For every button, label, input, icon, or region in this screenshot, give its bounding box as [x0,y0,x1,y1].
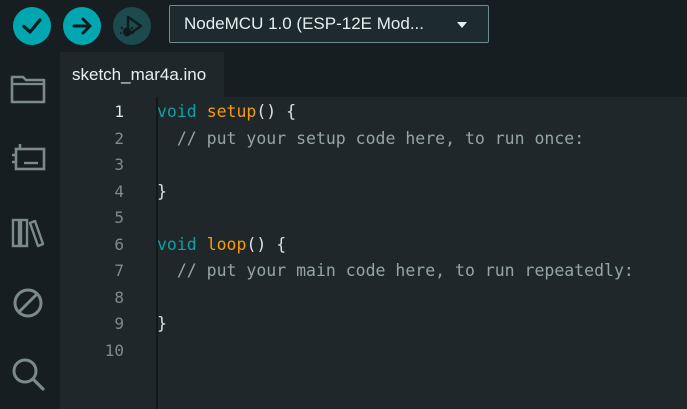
tab-sketch[interactable]: sketch_mar4a.ino [60,52,224,97]
debug-button[interactable] [113,7,151,45]
no-entry-icon[interactable] [8,283,48,323]
line-number-gutter: 1 2 3 4 5 6 7 8 9 10 [60,97,154,409]
line-number: 7 [114,261,124,280]
code-keyword: void [157,234,197,254]
code-text: () { [246,234,287,254]
code-text: } [157,181,167,201]
line-number: 4 [114,181,124,201]
line-number: 2 [114,128,124,148]
line-number: 1 [114,102,124,121]
toolbar: NodeMCU 1.0 (ESP-12E Mod... [0,0,687,52]
folder-icon[interactable] [8,68,48,108]
debug-icon [120,15,143,37]
library-icon[interactable] [8,212,48,252]
code-line: } [157,311,167,337]
chevron-down-icon [457,22,467,28]
upload-button[interactable] [63,7,101,45]
arrow-right-icon [72,17,92,35]
code-comment: // put your main code here, to run repea… [157,261,634,280]
search-icon[interactable] [8,354,48,394]
code-text: } [157,314,167,333]
code-function: loop [206,234,247,254]
line-number: 8 [114,287,124,307]
code-line: } [157,179,167,205]
board-selector[interactable]: NodeMCU 1.0 (ESP-12E Mod... [169,5,489,43]
verify-button[interactable] [13,7,51,45]
code-comment: // put your setup code here, to run once… [157,128,585,148]
sidebar [0,52,60,409]
code-editor[interactable]: void setup() { // put your setup code he… [157,97,687,409]
code-function: setup [206,102,257,121]
check-icon [22,18,42,34]
editor-area: sketch_mar4a.ino 1 2 3 4 5 6 7 8 9 10 void setup(… [60,52,687,409]
board-selector-label: NodeMCU 1.0 (ESP-12E Mod... [184,14,424,33]
code-text: () { [256,102,297,121]
code-line: void setup() { [157,99,296,125]
code-keyword: void [157,102,197,121]
tab-label: sketch_mar4a.ino [72,64,207,84]
line-number: 6 [114,234,124,254]
line-number: 9 [114,314,124,333]
code-line: void loop() { [157,232,286,258]
line-number: 5 [114,208,124,227]
line-number: 3 [114,155,124,174]
line-number: 10 [104,340,124,360]
board-manager-icon[interactable] [8,137,48,177]
code-line: // put your main code here, to run repea… [157,258,634,284]
code-line: // put your setup code here, to run once… [157,126,584,152]
tab-bar: sketch_mar4a.ino [60,52,687,97]
